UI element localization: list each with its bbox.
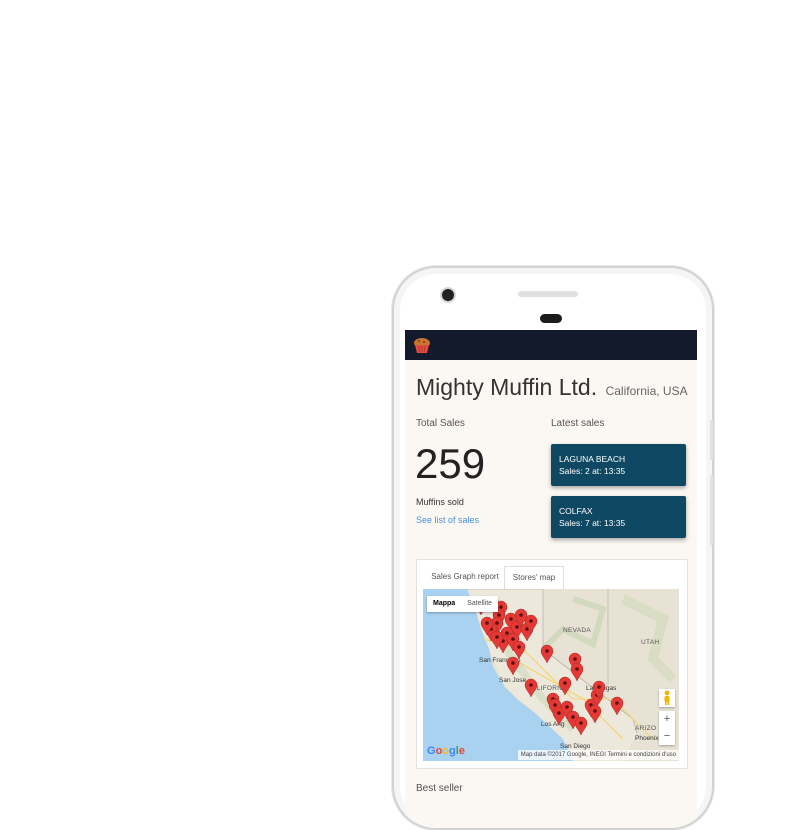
map-pin-icon[interactable]: [610, 696, 624, 716]
map-pin-icon[interactable]: [506, 656, 520, 676]
map-pin-icon[interactable]: [512, 640, 526, 660]
google-logo[interactable]: Google: [427, 745, 465, 757]
top-speaker: [518, 291, 578, 297]
zoom-in-button[interactable]: +: [659, 711, 675, 728]
zoom-out-button[interactable]: −: [659, 728, 675, 745]
map-type-map-button[interactable]: Mappa: [427, 596, 461, 612]
header: Mighty Muffin Ltd. California, USA: [416, 374, 688, 401]
store-markers: [474, 596, 624, 736]
volume-button: [710, 475, 713, 545]
see-sales-link[interactable]: See list of sales: [416, 515, 479, 525]
latest-sales-label: Latest sales: [551, 418, 605, 429]
map-pin-icon[interactable]: [524, 678, 538, 698]
zoom-control: + −: [659, 711, 675, 745]
map-pin-icon[interactable]: [570, 662, 584, 682]
map-pin-icon[interactable]: [588, 704, 602, 724]
total-sales-label: Total Sales: [416, 418, 465, 429]
app-bar: [405, 330, 697, 360]
phone-frame: Mighty Muffin Ltd. California, USA Total…: [392, 266, 714, 830]
page-subtitle: California, USA: [605, 384, 688, 398]
sale-store: LAGUNA BEACH: [559, 454, 626, 464]
report-panel: Sales Graph report Stores' map NEVADA UT…: [416, 559, 688, 769]
stores-map[interactable]: NEVADA UTAH CALIFORNIA ARIZO San Francis…: [423, 589, 679, 761]
sale-detail: Sales: 2 at: 13:35: [559, 466, 626, 476]
power-button: [710, 420, 713, 460]
muffins-sold-label: Muffins sold: [416, 497, 464, 507]
tab-stores-map[interactable]: Stores' map: [504, 566, 564, 589]
pegman-icon: [664, 690, 670, 705]
map-pin-icon[interactable]: [540, 644, 554, 664]
map-attribution[interactable]: Map data ©2017 Google, INEGI Termini e c…: [517, 750, 679, 760]
map-pin-icon[interactable]: [558, 676, 572, 696]
map-pin-icon[interactable]: [574, 716, 588, 736]
street-view-pegman[interactable]: [659, 689, 675, 707]
map-type-control: Mappa Satellite: [427, 596, 499, 612]
muffin-icon[interactable]: [413, 337, 431, 354]
best-seller-label: Best seller: [416, 783, 463, 794]
sale-store: COLFAX: [559, 506, 593, 516]
total-sales-value: 259: [415, 440, 486, 487]
earpiece: [540, 314, 562, 323]
latest-sale-card[interactable]: COLFAX Sales: 7 at: 13:35: [551, 496, 686, 538]
app-screen: Mighty Muffin Ltd. California, USA Total…: [405, 330, 697, 828]
tab-sales-graph[interactable]: Sales Graph report: [425, 566, 505, 588]
map-type-satellite-button[interactable]: Satellite: [461, 596, 498, 612]
front-camera: [442, 289, 454, 301]
sale-detail: Sales: 7 at: 13:35: [559, 518, 626, 528]
page-title: Mighty Muffin Ltd.: [416, 374, 598, 400]
latest-sale-card[interactable]: LAGUNA BEACH Sales: 2 at: 13:35: [551, 444, 686, 486]
